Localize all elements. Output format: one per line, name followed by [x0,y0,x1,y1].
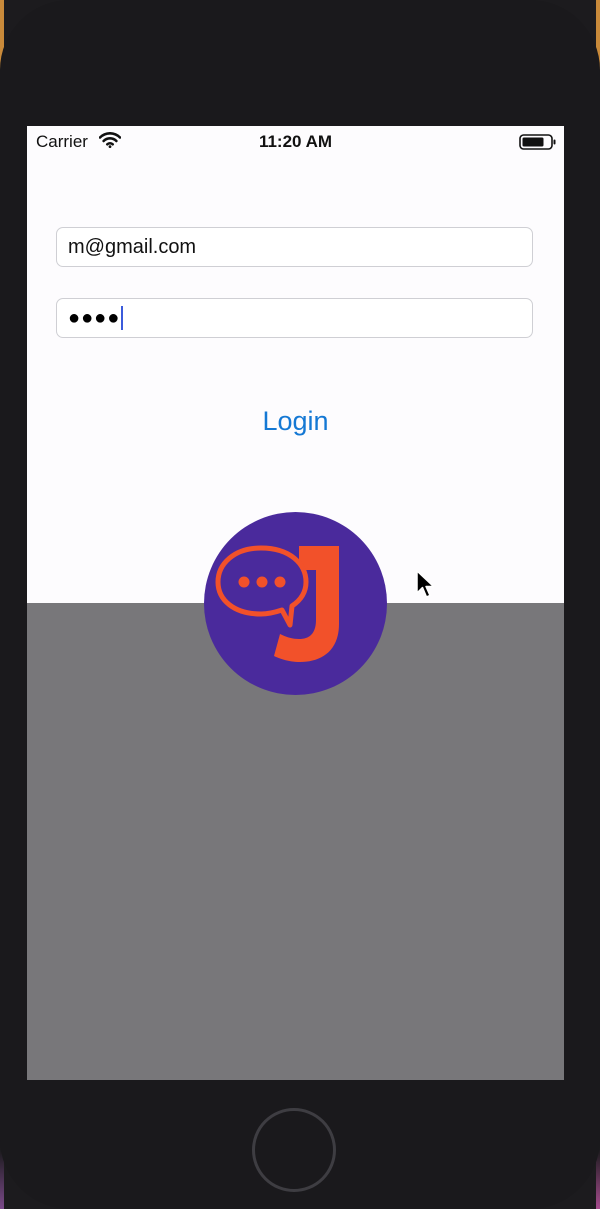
battery-icon [519,134,556,155]
app-screen: Carrier 11:20 AM m@gmail.com ●●●● Login [27,126,564,1080]
phone-frame: Carrier 11:20 AM m@gmail.com ●●●● Login [0,0,600,1209]
email-field[interactable]: m@gmail.com [56,227,533,267]
password-value: ●●●● [68,306,121,329]
app-logo-icon [204,512,387,695]
text-caret [121,306,124,330]
login-button[interactable]: Login [27,406,564,437]
password-field[interactable]: ●●●● [56,298,533,338]
status-time: 11:20 AM [258,132,333,151]
mouse-cursor-icon [416,570,436,605]
email-value: m@gmail.com [68,235,197,258]
status-bar: Carrier 11:20 AM [27,126,564,156]
home-button[interactable] [252,1108,336,1192]
